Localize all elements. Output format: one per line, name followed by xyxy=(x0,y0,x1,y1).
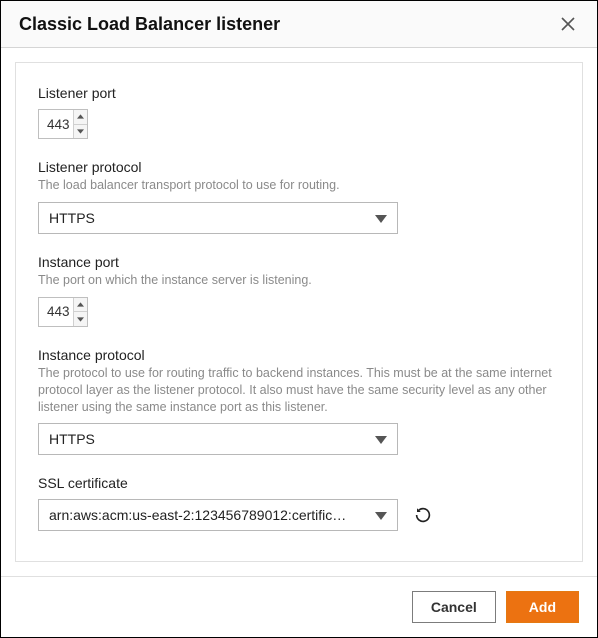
add-button[interactable]: Add xyxy=(506,591,579,623)
chevron-up-icon[interactable] xyxy=(74,110,87,125)
chevron-down-icon xyxy=(375,507,387,523)
ssl-certificate-label: SSL certificate xyxy=(38,475,560,491)
chevron-down-icon xyxy=(375,431,387,447)
listener-protocol-desc: The load balancer transport protocol to … xyxy=(38,177,560,194)
listener-protocol-label: Listener protocol xyxy=(38,159,560,175)
listener-port-label: Listener port xyxy=(38,85,560,101)
instance-port-desc: The port on which the instance server is… xyxy=(38,272,560,289)
form-card: Listener port Listener protocol The load… xyxy=(15,62,583,562)
instance-protocol-value: HTTPS xyxy=(49,431,375,447)
instance-protocol-desc: The protocol to use for routing traffic … xyxy=(38,365,560,416)
instance-port-stepper[interactable] xyxy=(38,297,88,327)
chevron-up-icon[interactable] xyxy=(74,298,87,313)
cancel-button[interactable]: Cancel xyxy=(412,591,496,623)
refresh-icon[interactable] xyxy=(412,504,434,526)
instance-protocol-select[interactable]: HTTPS xyxy=(38,423,398,455)
listener-port-stepper[interactable] xyxy=(38,109,88,139)
listener-protocol-select[interactable]: HTTPS xyxy=(38,202,398,234)
chevron-down-icon[interactable] xyxy=(74,312,87,326)
listener-port-input[interactable] xyxy=(39,110,73,138)
chevron-down-icon xyxy=(375,210,387,226)
chevron-down-icon[interactable] xyxy=(74,125,87,139)
listener-protocol-value: HTTPS xyxy=(49,210,375,226)
ssl-certificate-select[interactable]: arn:aws:acm:us-east-2:123456789012:certi… xyxy=(38,499,398,531)
close-icon[interactable] xyxy=(557,13,579,35)
modal-title: Classic Load Balancer listener xyxy=(19,14,557,35)
ssl-certificate-value: arn:aws:acm:us-east-2:123456789012:certi… xyxy=(49,507,375,523)
instance-port-label: Instance port xyxy=(38,254,560,270)
instance-protocol-label: Instance protocol xyxy=(38,347,560,363)
instance-port-input[interactable] xyxy=(39,298,73,326)
